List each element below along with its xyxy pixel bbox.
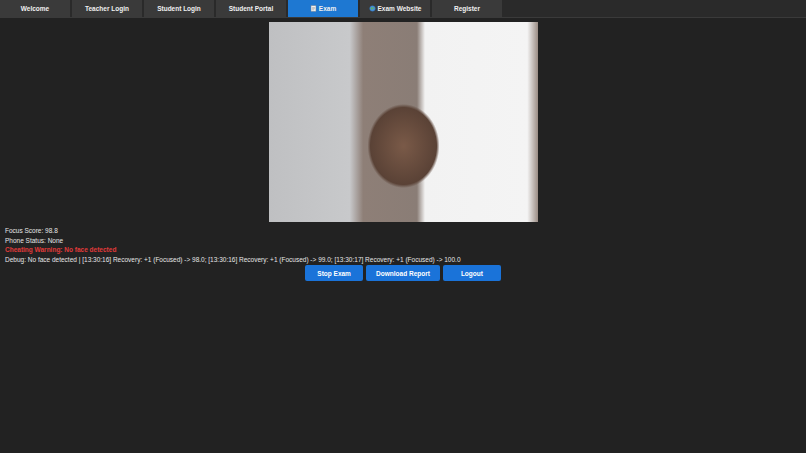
- cheating-warning: Cheating Warning: No face detected: [5, 245, 801, 255]
- exam-content: Focus Score: 98.8Phone Status: NoneCheat…: [0, 18, 806, 281]
- focus-score: Focus Score: 98.8: [5, 226, 801, 236]
- debug-log: Debug: No face detected | [13:30:16] Rec…: [5, 255, 801, 265]
- memo-icon: [310, 5, 317, 12]
- action-button[interactable]: Logout: [443, 265, 501, 281]
- status-panel: Focus Score: 98.8Phone Status: NoneCheat…: [0, 222, 806, 264]
- tab[interactable]: Register: [432, 0, 502, 17]
- action-button[interactable]: Stop Exam: [305, 265, 363, 281]
- action-button[interactable]: Download Report: [366, 265, 440, 281]
- tab-bar: WelcomeTeacher LoginStudent LoginStudent…: [0, 0, 806, 18]
- tab[interactable]: Student Login: [144, 0, 214, 17]
- exam-page: WelcomeTeacher LoginStudent LoginStudent…: [0, 0, 806, 453]
- action-buttons: Stop ExamDownload ReportLogout: [0, 265, 806, 281]
- tab[interactable]: Welcome: [0, 0, 70, 17]
- globe-icon: [369, 5, 376, 12]
- tab[interactable]: Teacher Login: [72, 0, 142, 17]
- tab[interactable]: Exam Website: [360, 0, 430, 17]
- phone-status: Phone Status: None: [5, 236, 801, 246]
- tab[interactable]: Exam: [288, 0, 358, 17]
- webcam-feed: [269, 22, 538, 222]
- tab[interactable]: Student Portal: [216, 0, 286, 17]
